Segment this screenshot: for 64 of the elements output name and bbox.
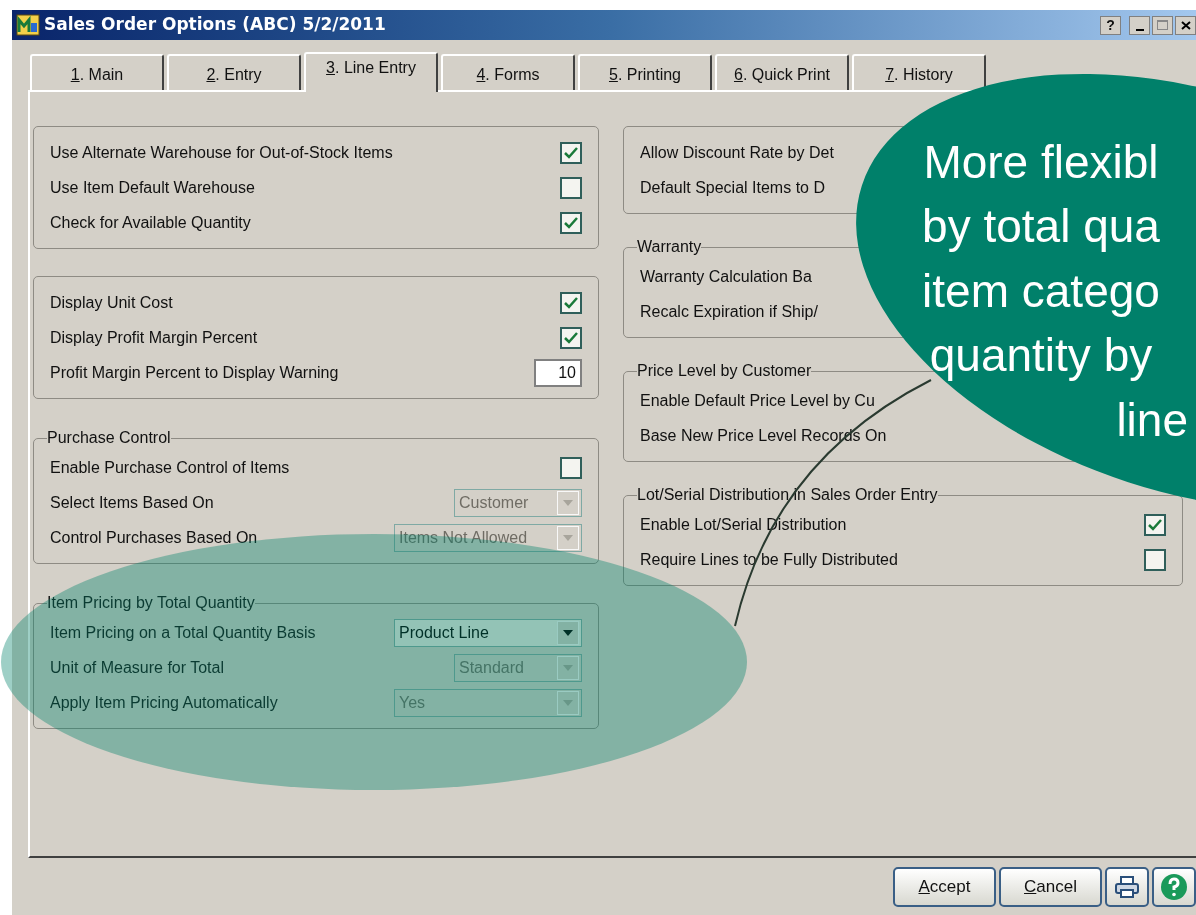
option-label: Enable Default Price Level by Cu (640, 390, 875, 411)
close-icon (1180, 20, 1191, 30)
help-button[interactable]: ? (1100, 15, 1121, 35)
callout-text: More flexibl (923, 135, 1159, 190)
checkbox[interactable] (560, 456, 582, 479)
tab[interactable]: 6. Quick Print (715, 54, 849, 90)
checkbox[interactable] (560, 141, 582, 164)
option-label: Require Lines to be Fully Distributed (640, 549, 898, 570)
minimize-button[interactable] (1129, 15, 1150, 35)
option-label: Check for Available Quantity (50, 212, 251, 233)
option-label: Use Alternate Warehouse for Out-of-Stock Items (50, 142, 393, 163)
callout-text: quantity by (929, 328, 1153, 384)
checkbox[interactable] (1144, 548, 1166, 571)
group-title: Item Pricing by Total Quantity (47, 593, 255, 613)
group-title: Warranty (637, 237, 702, 257)
callout-text: by total qua (922, 199, 1160, 255)
option-label: Use Item Default Warehouse (50, 177, 255, 198)
minimize-icon (1135, 28, 1144, 31)
close-button[interactable] (1175, 15, 1196, 35)
callout-text: item catego (922, 263, 1160, 319)
checkmark-icon (564, 296, 578, 309)
checkbox[interactable] (560, 291, 582, 314)
option-label: Apply Item Pricing Automatically (50, 692, 278, 713)
print-button[interactable] (1105, 867, 1149, 907)
checkmark-icon (564, 331, 578, 344)
option-label: Item Pricing on a Total Quantity Basis (50, 622, 316, 643)
option-label: Unit of Measure for Total (50, 657, 224, 678)
group-title: Price Level by Customer (637, 361, 812, 381)
dialog-button[interactable]: Cancel (999, 867, 1102, 907)
dialog-button[interactable]: Accept (893, 867, 996, 907)
printer-icon (1114, 875, 1140, 899)
option-label: Recalc Expiration if Ship/ (640, 301, 818, 322)
checkbox[interactable] (1144, 513, 1166, 536)
window-title: Sales Order Options (ABC) 5/2/2011 (44, 13, 386, 37)
tab[interactable]: 1. Main (30, 54, 164, 90)
option-label: Display Unit Cost (50, 292, 173, 313)
option-label: Warranty Calculation Ba (640, 266, 812, 287)
option-label: Display Profit Margin Percent (50, 327, 258, 348)
option-label: Default Special Items to D (640, 177, 825, 198)
option-label: Profit Margin Percent to Display Warning (50, 362, 339, 383)
group-title: Purchase Control (47, 428, 171, 448)
tab[interactable]: 3. Line Entry (304, 52, 438, 92)
help-button[interactable] (1152, 867, 1196, 907)
callout-text: line (1116, 392, 1188, 448)
option-label: Control Purchases Based On (50, 527, 258, 548)
number-field[interactable]: 10 (534, 358, 582, 387)
option-label: Select Items Based On (50, 492, 214, 513)
checkbox[interactable] (560, 211, 582, 234)
tab[interactable]: 7. History (852, 54, 986, 90)
checkmark-icon (564, 216, 578, 229)
tab[interactable]: 2. Entry (167, 54, 301, 90)
checkbox[interactable] (560, 176, 582, 199)
help-icon (1160, 873, 1188, 901)
option-label: Allow Discount Rate by Det (640, 142, 834, 163)
tab[interactable]: 5. Printing (578, 54, 712, 90)
checkmark-icon (1148, 518, 1162, 531)
app-icon (16, 14, 40, 36)
checkmark-icon (564, 146, 578, 159)
maximize-icon (1157, 20, 1168, 30)
dropdown[interactable]: Product Line (394, 618, 582, 647)
checkbox[interactable] (560, 326, 582, 349)
group-title: Lot/Serial Distribution in Sales Order Entry (637, 485, 938, 505)
option-label: Enable Purchase Control of Items (50, 457, 290, 478)
tab[interactable]: 4. Forms (441, 54, 575, 90)
